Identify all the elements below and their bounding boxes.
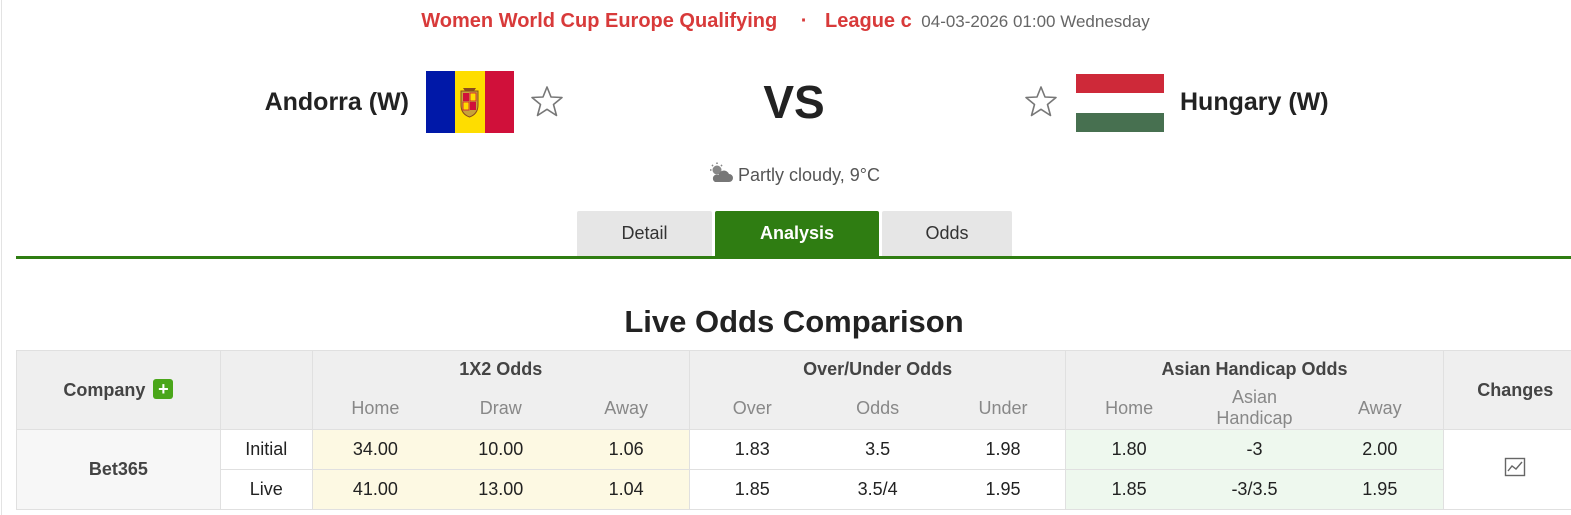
changes-header: Changes: [1442, 350, 1571, 430]
odds-cell: 1.06: [563, 429, 690, 470]
odds-cell: 41.00: [311, 469, 439, 510]
ou-odds-header: Odds: [814, 387, 941, 430]
match-header: Women World Cup Europe Qualifying · Leag…: [0, 8, 1571, 35]
header-separator: ·: [800, 10, 808, 32]
line-chart-icon[interactable]: [1504, 457, 1526, 477]
company-header-label: Company: [63, 380, 146, 400]
odds-cell: 10.00: [438, 429, 564, 470]
favorite-away-star-icon[interactable]: [1024, 84, 1058, 118]
x12-away-header: Away: [563, 387, 690, 430]
odds-cell: 13.00: [438, 469, 564, 510]
partly-cloudy-icon: [710, 162, 734, 182]
odds-cell: 34.00: [311, 429, 439, 470]
odds-cell: 1.85: [688, 469, 815, 510]
hungary-flag-icon: [1076, 74, 1164, 132]
odds-cell: 1.04: [563, 469, 690, 510]
odds-cell: 1.80: [1065, 429, 1192, 470]
x12-draw-header: Draw: [438, 387, 564, 430]
add-company-button[interactable]: +: [153, 379, 174, 399]
tab-bar: Detail Analysis Odds: [577, 211, 1015, 256]
ah-home-header: Home: [1065, 387, 1192, 430]
row-type: Live: [219, 469, 313, 510]
odds-cell: 1.95: [1317, 469, 1444, 510]
match-datetime: 04-03-2026 01:00 Wednesday: [921, 12, 1150, 31]
ou-under-header: Under: [940, 387, 1066, 430]
odds-cell: 1.95: [940, 469, 1066, 510]
x12-group-header: 1X2 Odds: [311, 350, 690, 387]
tab-detail[interactable]: Detail: [577, 211, 712, 256]
odds-cell: -3: [1191, 429, 1318, 470]
tab-underline: [16, 256, 1571, 259]
odds-cell: 1.98: [940, 429, 1066, 470]
odds-cell: 1.83: [688, 429, 815, 470]
odds-cell: 3.5/4: [814, 469, 941, 510]
odds-cell: 1.85: [1065, 469, 1192, 510]
league-name[interactable]: Women World Cup Europe Qualifying: [421, 10, 777, 32]
type-header: [219, 350, 313, 430]
league-stage[interactable]: League c: [825, 10, 912, 32]
ah-handicap-header: Asian Handicap: [1191, 387, 1318, 430]
ou-over-header: Over: [688, 387, 815, 430]
vs-label: VS: [763, 76, 825, 128]
ah-group-header: Asian Handicap Odds: [1065, 350, 1444, 387]
tab-odds[interactable]: Odds: [882, 211, 1012, 256]
odds-cell: -3/3.5: [1191, 469, 1318, 510]
changes-cell: [1442, 429, 1571, 510]
tab-analysis[interactable]: Analysis: [715, 211, 879, 256]
table-row: Bet365 Initial 34.00 10.00 1.06 1.83 3.5…: [16, 429, 1571, 510]
odds-cell: 2.00: [1317, 429, 1444, 470]
company-header: Company +: [16, 350, 221, 430]
weather-info: Partly cloudy, 9°C: [0, 162, 1571, 188]
weather-text: Partly cloudy, 9°C: [738, 165, 880, 185]
x12-home-header: Home: [311, 387, 439, 430]
odds-cell: 3.5: [814, 429, 941, 470]
table-row: Live 41.00 13.00 1.04 1.85 3.5/4 1.95 1.…: [17, 469, 1571, 510]
away-team-name[interactable]: Hungary (W): [1180, 86, 1329, 118]
row-type: Initial: [219, 429, 313, 470]
section-title: Live Odds Comparison: [624, 304, 964, 339]
ah-away-header: Away: [1317, 387, 1444, 430]
company-name[interactable]: Bet365: [16, 429, 221, 510]
odds-comparison-table: Company + 1X2 Odds Over/Under Odds Asian …: [16, 350, 1571, 510]
ou-group-header: Over/Under Odds: [688, 350, 1067, 387]
